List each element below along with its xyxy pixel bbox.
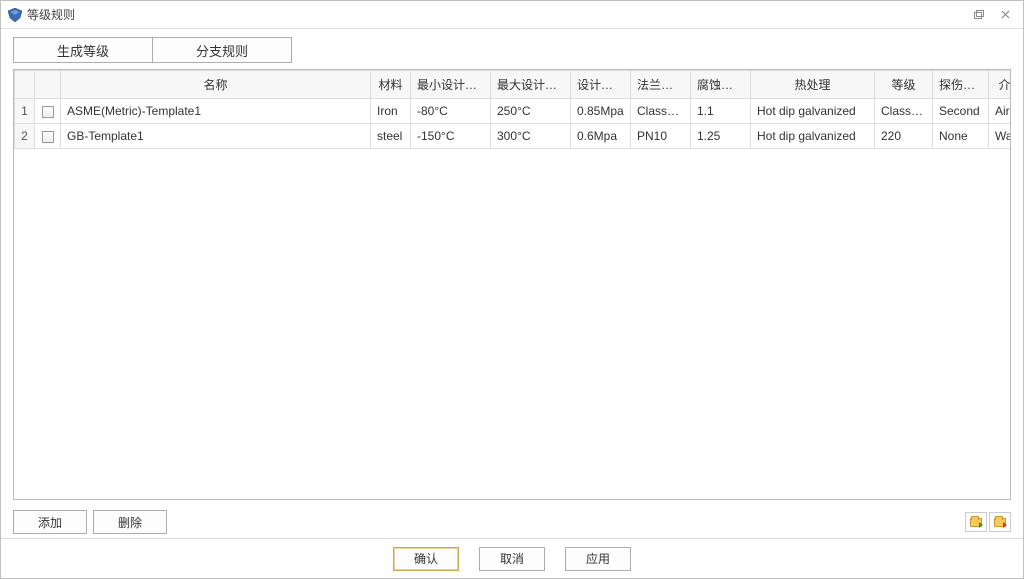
col-medium[interactable]: 介质 xyxy=(989,71,1012,99)
checkbox[interactable] xyxy=(42,106,54,118)
cell-medium[interactable]: Air xyxy=(989,99,1012,124)
cell-flaw[interactable]: Second xyxy=(933,99,989,124)
dialog-footer: 确认 取消 应用 xyxy=(1,538,1023,578)
cell-max-temp[interactable]: 300°C xyxy=(491,124,571,149)
import-button[interactable] xyxy=(965,512,987,532)
cell-heat[interactable]: Hot dip galvanized xyxy=(751,124,875,149)
table-row[interactable]: 1 ASME(Metric)-Template1 Iron -80°C 250°… xyxy=(15,99,1012,124)
folder-import-icon xyxy=(970,518,982,527)
checkbox[interactable] xyxy=(42,131,54,143)
cell-min-temp[interactable]: -150°C xyxy=(411,124,491,149)
cell-heat[interactable]: Hot dip galvanized xyxy=(751,99,875,124)
row-number: 1 xyxy=(15,99,35,124)
cell-name[interactable]: ASME(Metric)-Template1 xyxy=(61,99,371,124)
cell-min-temp[interactable]: -80°C xyxy=(411,99,491,124)
action-row: 添加 删除 xyxy=(1,506,1023,538)
titlebar: 等级规则 xyxy=(1,1,1023,29)
row-checkbox-cell[interactable] xyxy=(35,99,61,124)
col-design-pressure[interactable]: 设计压力 xyxy=(571,71,631,99)
app-icon xyxy=(7,7,23,23)
branch-rule-button[interactable]: 分支规则 xyxy=(152,37,292,63)
cell-corrosion[interactable]: 1.1 xyxy=(691,99,751,124)
cell-flaw[interactable]: None xyxy=(933,124,989,149)
cell-flange-pressure[interactable]: PN10 xyxy=(631,124,691,149)
cell-grade[interactable]: 220 xyxy=(875,124,933,149)
rules-table: 名称 材料 最小设计温度 最大设计温度 设计压力 法兰压力 腐蚀裕量 热处理 等… xyxy=(14,70,1011,149)
apply-button[interactable]: 应用 xyxy=(565,547,631,571)
cell-corrosion[interactable]: 1.25 xyxy=(691,124,751,149)
export-button[interactable] xyxy=(989,512,1011,532)
cell-material[interactable]: steel xyxy=(371,124,411,149)
row-checkbox-cell[interactable] xyxy=(35,124,61,149)
cell-design-pressure[interactable]: 0.6Mpa xyxy=(571,124,631,149)
col-flange-pressure[interactable]: 法兰压力 xyxy=(631,71,691,99)
dialog-window: 等级规则 生成等级 分支规则 名称 材料 最小设计温度 xyxy=(0,0,1024,579)
window-title: 等级规则 xyxy=(27,6,965,23)
col-check[interactable] xyxy=(35,71,61,99)
folder-export-icon xyxy=(994,518,1006,527)
restore-button[interactable] xyxy=(967,6,991,24)
col-name[interactable]: 名称 xyxy=(61,71,371,99)
col-grade[interactable]: 等级 xyxy=(875,71,933,99)
cell-medium[interactable]: Water xyxy=(989,124,1012,149)
col-material[interactable]: 材料 xyxy=(371,71,411,99)
col-heat[interactable]: 热处理 xyxy=(751,71,875,99)
ok-button[interactable]: 确认 xyxy=(393,547,459,571)
col-min-temp[interactable]: 最小设计温度 xyxy=(411,71,491,99)
add-button[interactable]: 添加 xyxy=(13,510,87,534)
cell-design-pressure[interactable]: 0.85Mpa xyxy=(571,99,631,124)
cell-material[interactable]: Iron xyxy=(371,99,411,124)
col-flaw[interactable]: 探伤等级 xyxy=(933,71,989,99)
col-max-temp[interactable]: 最大设计温度 xyxy=(491,71,571,99)
col-rownum[interactable] xyxy=(15,71,35,99)
table-container: 名称 材料 最小设计温度 最大设计温度 设计压力 法兰压力 腐蚀裕量 热处理 等… xyxy=(13,69,1011,500)
cell-max-temp[interactable]: 250°C xyxy=(491,99,571,124)
cell-name[interactable]: GB-Template1 xyxy=(61,124,371,149)
generate-grade-button[interactable]: 生成等级 xyxy=(13,37,153,63)
table-header-row: 名称 材料 最小设计温度 最大设计温度 设计压力 法兰压力 腐蚀裕量 热处理 等… xyxy=(15,71,1012,99)
toolbar: 生成等级 分支规则 xyxy=(1,29,1023,69)
col-corrosion[interactable]: 腐蚀裕量 xyxy=(691,71,751,99)
delete-button[interactable]: 删除 xyxy=(93,510,167,534)
cell-flange-pressure[interactable]: Class125 xyxy=(631,99,691,124)
table-row[interactable]: 2 GB-Template1 steel -150°C 300°C 0.6Mpa… xyxy=(15,124,1012,149)
close-button[interactable] xyxy=(993,6,1017,24)
cell-grade[interactable]: Class125 xyxy=(875,99,933,124)
cancel-button[interactable]: 取消 xyxy=(479,547,545,571)
row-number: 2 xyxy=(15,124,35,149)
